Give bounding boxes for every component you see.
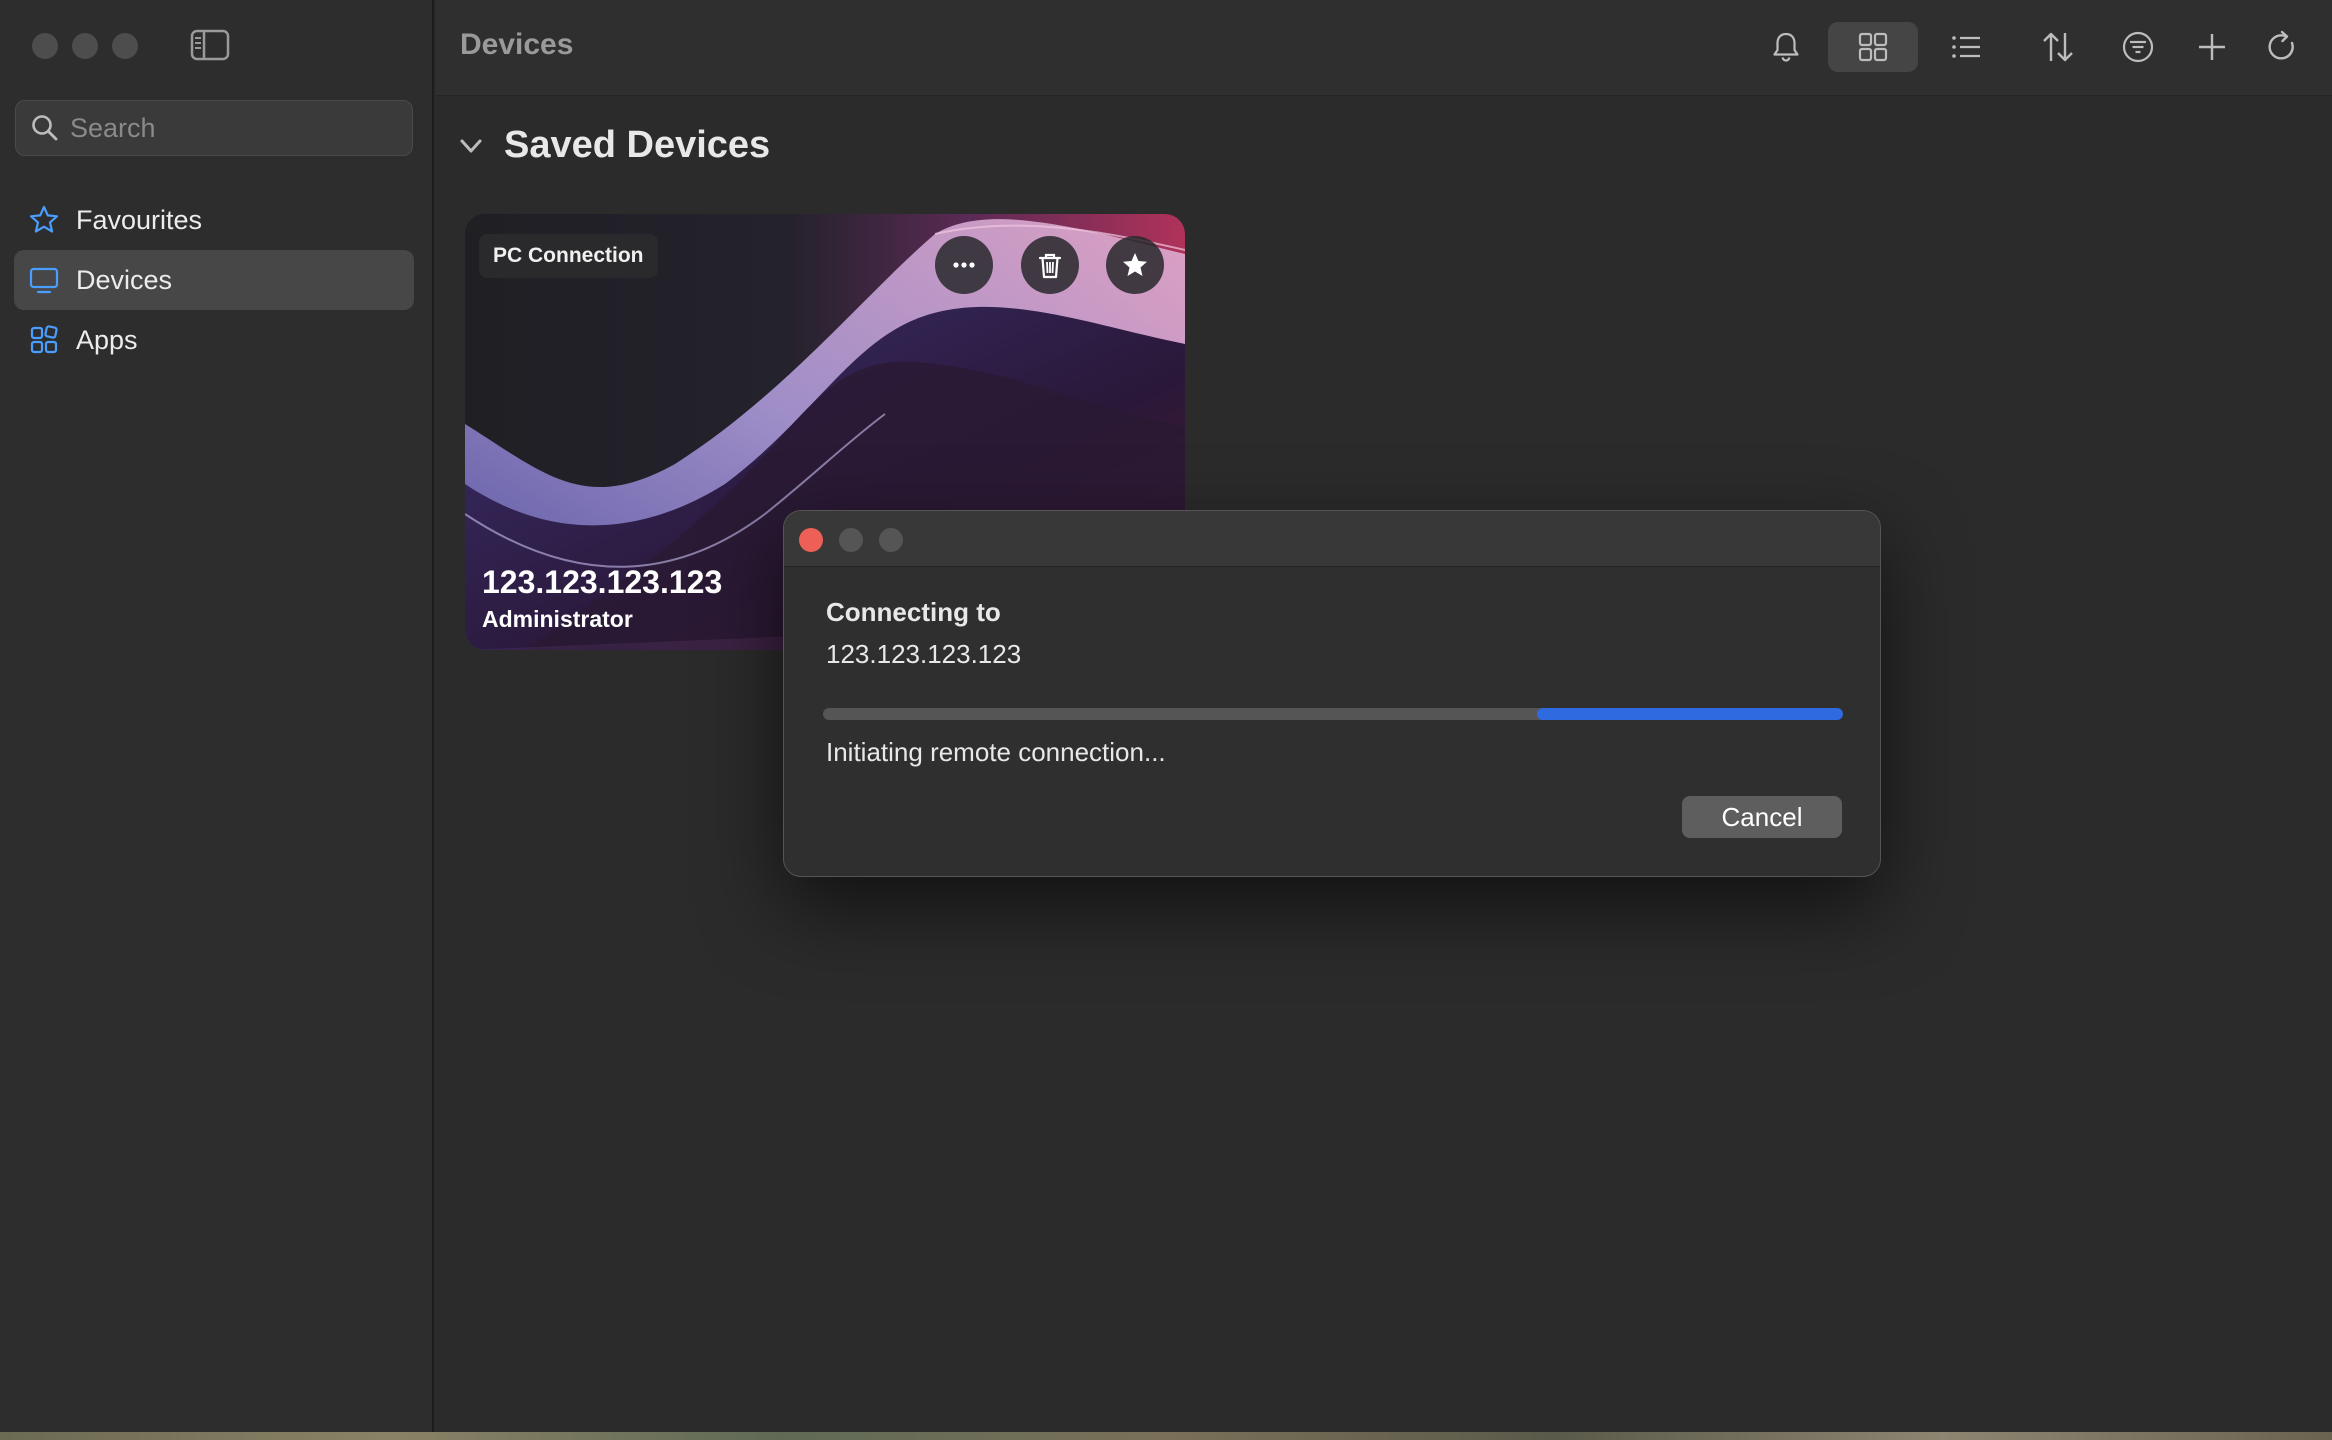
- app-window: Favourites Devices Apps Devices: [0, 0, 2332, 1432]
- sidebar: Favourites Devices Apps: [0, 0, 434, 1432]
- progress-fill: [1537, 708, 1843, 720]
- grid-view-icon: [1858, 32, 1888, 62]
- connection-type-badge: PC Connection: [479, 234, 658, 278]
- dialog-status-text: Initiating remote connection...: [826, 737, 1166, 767]
- desktop-wallpaper-strip: [0, 1432, 2332, 1440]
- section-title: Saved Devices: [504, 124, 771, 166]
- list-view-icon: [1952, 36, 1980, 58]
- sidebar-item-label: Favourites: [76, 204, 203, 235]
- dialog-titlebar: [784, 511, 1880, 567]
- connection-progress-bar: [823, 708, 1843, 720]
- window-zoom-button[interactable]: [112, 33, 138, 59]
- connecting-dialog: Connecting to 123.123.123.123 Initiating…: [783, 510, 1881, 877]
- star-icon: [29, 205, 59, 233]
- sidebar-toggle-button[interactable]: [190, 28, 230, 62]
- sidebar-toggle-icon: [190, 29, 230, 61]
- search-icon: [32, 115, 58, 141]
- add-device-button[interactable]: [2186, 22, 2238, 72]
- sidebar-item-favourites[interactable]: Favourites: [14, 190, 414, 250]
- window-close-button[interactable]: [32, 33, 58, 59]
- list-view-button[interactable]: [1940, 22, 1992, 72]
- filter-button[interactable]: [2112, 22, 2164, 72]
- sidebar-item-devices[interactable]: Devices: [14, 250, 414, 310]
- grid-view-button[interactable]: [1828, 22, 1918, 72]
- bell-icon: [1773, 32, 1799, 62]
- more-icon: [953, 262, 975, 268]
- star-icon: [1123, 253, 1147, 276]
- sort-button[interactable]: [2032, 22, 2084, 72]
- apps-grid-icon: [30, 325, 58, 354]
- sidebar-item-label: Devices: [76, 264, 173, 295]
- dialog-target-address: 123.123.123.123: [826, 639, 1022, 669]
- search-field[interactable]: [15, 100, 413, 156]
- delete-device-button[interactable]: [1021, 236, 1079, 294]
- window-minimize-button[interactable]: [72, 33, 98, 59]
- trash-icon: [1038, 253, 1062, 279]
- dialog-close-button[interactable]: [799, 528, 823, 552]
- cancel-button[interactable]: Cancel: [1682, 796, 1842, 838]
- notifications-button[interactable]: [1760, 22, 1812, 72]
- search-input[interactable]: [70, 112, 390, 144]
- dialog-minimize-button[interactable]: [839, 528, 863, 552]
- chevron-down-icon: [460, 139, 482, 152]
- more-options-button[interactable]: [935, 236, 993, 294]
- device-ip: 123.123.123.123: [482, 564, 723, 600]
- sidebar-item-label: Apps: [76, 324, 138, 355]
- monitor-icon: [29, 267, 59, 294]
- sort-icon: [2043, 32, 2073, 62]
- window-title: Devices: [460, 28, 574, 61]
- refresh-icon: [2268, 30, 2294, 60]
- saved-devices-header[interactable]: Saved Devices: [456, 124, 770, 167]
- refresh-button[interactable]: [2256, 22, 2308, 72]
- dialog-heading: Connecting to: [826, 597, 1001, 627]
- sidebar-item-apps[interactable]: Apps: [14, 310, 414, 370]
- dialog-zoom-button[interactable]: [879, 528, 903, 552]
- favourite-device-button[interactable]: [1106, 236, 1164, 294]
- plus-icon: [2199, 34, 2225, 60]
- filter-icon: [2122, 31, 2154, 63]
- device-user: Administrator: [482, 606, 633, 632]
- toolbar: Devices: [436, 0, 2332, 96]
